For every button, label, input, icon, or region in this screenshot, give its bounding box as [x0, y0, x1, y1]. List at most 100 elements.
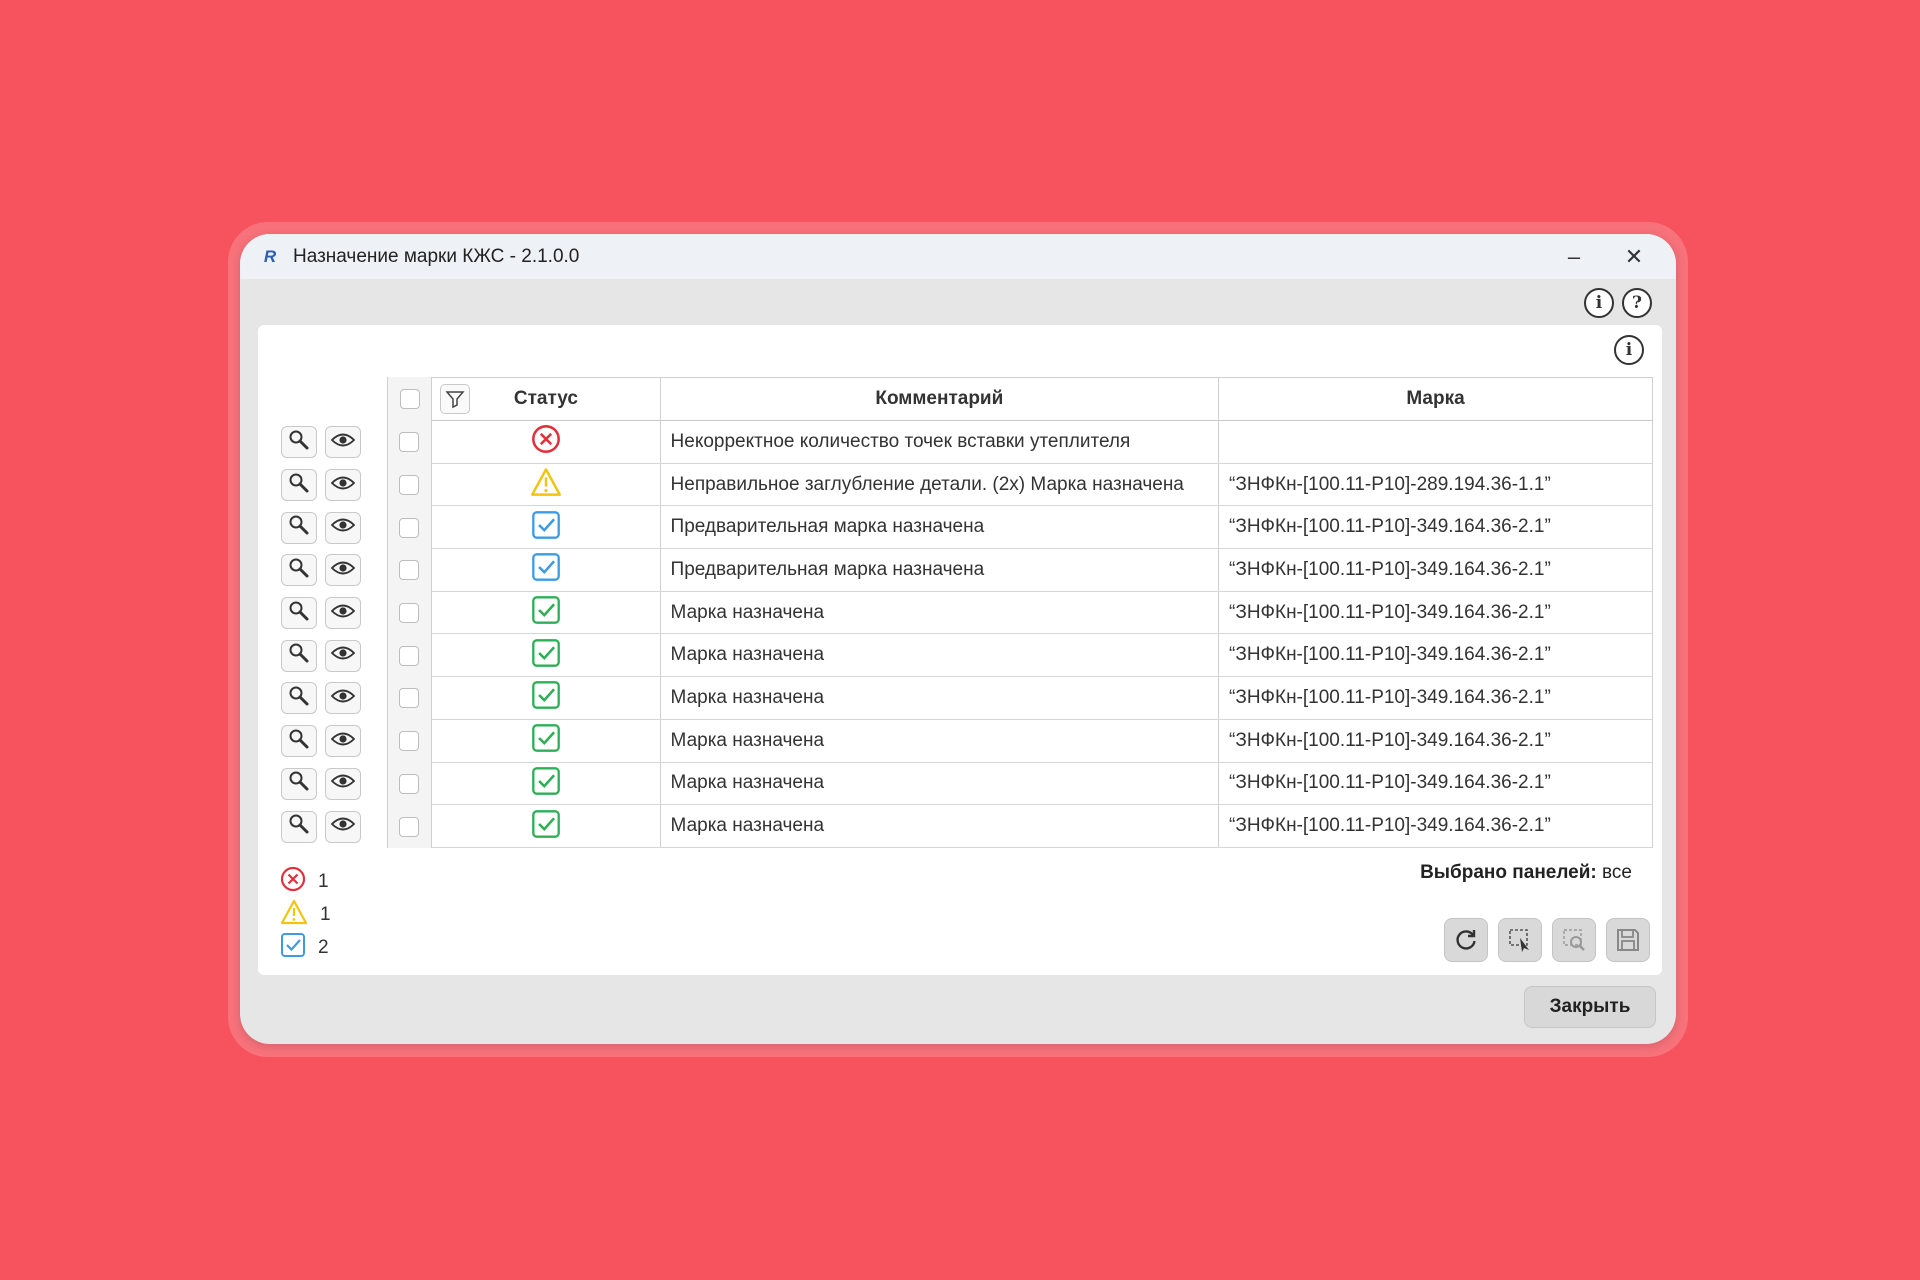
- error-count: 1: [318, 870, 329, 892]
- row-checkbox[interactable]: [399, 432, 420, 453]
- show-element-button[interactable]: [325, 810, 361, 843]
- selected-panels-label: Выбрано панелей:: [1420, 862, 1597, 883]
- show-element-button[interactable]: [325, 469, 361, 502]
- table-row[interactable]: Предварительная марка назначена “ЗНФКн-[1…: [278, 506, 1653, 550]
- column-status-label: Статус: [513, 388, 578, 409]
- row-status: [432, 506, 660, 550]
- row-checkbox[interactable]: [399, 645, 420, 666]
- table-row[interactable]: Предварительная марка назначена “ЗНФКн-[1…: [278, 549, 1653, 592]
- zoom-to-element-button[interactable]: [281, 554, 317, 587]
- action-toolbar: [1444, 918, 1650, 962]
- magnifier-icon: [288, 472, 310, 499]
- show-element-button[interactable]: [325, 725, 361, 758]
- row-select-cell: [386, 805, 433, 848]
- zoom-to-element-button[interactable]: [281, 767, 317, 800]
- show-element-button[interactable]: [325, 511, 361, 544]
- ok-check-icon: [531, 595, 561, 630]
- magnifier-icon: [288, 685, 310, 712]
- row-comment: Предварительная марка назначена: [659, 549, 1219, 592]
- row-status: [432, 763, 660, 806]
- refresh-icon: [1456, 930, 1476, 950]
- row-comment: Предварительная марка назначена: [659, 506, 1219, 550]
- table-row[interactable]: Неправильное заглубление детали. (2x) Ма…: [278, 463, 1653, 507]
- zoom-to-element-button[interactable]: [281, 426, 317, 459]
- ok-check-icon: [531, 766, 561, 801]
- zoom-to-element-button[interactable]: [281, 469, 317, 502]
- ok-check-icon: [531, 638, 561, 673]
- save-button[interactable]: [1606, 918, 1650, 962]
- table-row[interactable]: Марка назначена “ЗНФКн-[100.11-Р10]-349.1…: [278, 634, 1653, 678]
- row-status: [432, 592, 660, 635]
- preliminary-count: 2: [318, 936, 329, 958]
- eye-icon: [330, 516, 356, 539]
- magnifier-icon: [288, 429, 310, 456]
- row-actions: [278, 677, 387, 720]
- filter-icon[interactable]: [440, 384, 471, 414]
- show-element-button[interactable]: [325, 554, 361, 587]
- row-select-cell: [386, 591, 433, 635]
- row-actions: [278, 506, 387, 549]
- row-checkbox[interactable]: [399, 475, 420, 496]
- row-checkbox[interactable]: [399, 816, 420, 837]
- row-checkbox[interactable]: [399, 688, 420, 709]
- table-row[interactable]: Некорректное количество точек вставки ут…: [278, 421, 1653, 464]
- refresh-button[interactable]: [1444, 918, 1488, 962]
- row-select-cell: [386, 634, 433, 678]
- select-all-checkbox[interactable]: [399, 389, 420, 409]
- row-comment: Неправильное заглубление детали. (2x) Ма…: [659, 463, 1219, 507]
- row-checkbox[interactable]: [399, 560, 420, 581]
- row-status: [432, 549, 660, 592]
- table-row[interactable]: Марка назначена “ЗНФКн-[100.11-Р10]-349.1…: [278, 805, 1653, 848]
- show-element-button[interactable]: [325, 639, 361, 672]
- row-checkbox[interactable]: [399, 731, 420, 752]
- preliminary-check-icon: [280, 932, 306, 964]
- row-mark: [1218, 421, 1653, 464]
- show-element-button[interactable]: [325, 767, 361, 800]
- header-actions-spacer: [278, 377, 387, 421]
- eye-icon: [330, 815, 356, 838]
- row-checkbox[interactable]: [399, 773, 420, 794]
- table-row[interactable]: Марка назначена “ЗНФКн-[100.11-Р10]-349.1…: [278, 591, 1653, 635]
- ok-check-icon: [531, 723, 561, 758]
- app-window: R Назначение марки КЖС - 2.1.0.0 – ✕ i ?…: [240, 234, 1676, 1044]
- select-area-icon: [1509, 929, 1529, 952]
- table-row[interactable]: Марка назначена “ЗНФКн-[100.11-Р10]-349.1…: [278, 762, 1653, 806]
- row-actions: [278, 592, 387, 635]
- row-comment: Марка назначена: [659, 591, 1219, 635]
- close-window-button[interactable]: ✕: [1604, 234, 1664, 279]
- help-icon[interactable]: ?: [1622, 288, 1652, 318]
- column-mark[interactable]: Марка: [1218, 377, 1653, 421]
- row-mark: “ЗНФКн-[100.11-Р10]-349.164.36-2.1”: [1218, 634, 1653, 678]
- magnifier-icon: [288, 642, 310, 669]
- table-row[interactable]: Марка назначена “ЗНФКн-[100.11-Р10]-349.1…: [278, 719, 1653, 763]
- zoom-area-button[interactable]: [1552, 918, 1596, 962]
- top-icon-bar: i ?: [1584, 288, 1652, 318]
- table-row[interactable]: Марка назначена “ЗНФКн-[100.11-Р10]-349.1…: [278, 677, 1653, 720]
- column-status[interactable]: Статус: [432, 377, 660, 421]
- zoom-to-element-button[interactable]: [281, 682, 317, 715]
- zoom-to-element-button[interactable]: [281, 725, 317, 758]
- magnifier-icon: [288, 514, 310, 541]
- zoom-to-element-button[interactable]: [281, 810, 317, 843]
- zoom-to-element-button[interactable]: [281, 511, 317, 544]
- row-select-cell: [386, 719, 433, 763]
- minimize-button[interactable]: –: [1544, 234, 1604, 279]
- zoom-to-element-button[interactable]: [281, 639, 317, 672]
- column-comment[interactable]: Комментарий: [659, 377, 1219, 421]
- show-element-button[interactable]: [325, 682, 361, 715]
- zoom-area-icon: [1563, 929, 1585, 951]
- ok-check-icon: [531, 680, 561, 715]
- info-icon[interactable]: i: [1584, 288, 1614, 318]
- row-actions: [278, 805, 387, 848]
- row-checkbox[interactable]: [399, 603, 420, 624]
- row-select-cell: [386, 549, 433, 592]
- zoom-to-element-button[interactable]: [281, 597, 317, 630]
- close-button[interactable]: Закрыть: [1524, 986, 1656, 1028]
- select-area-button[interactable]: [1498, 918, 1542, 962]
- row-checkbox[interactable]: [399, 517, 420, 538]
- magnifier-icon: [288, 770, 310, 797]
- show-element-button[interactable]: [325, 597, 361, 630]
- row-comment: Марка назначена: [659, 677, 1219, 720]
- show-element-button[interactable]: [325, 426, 361, 459]
- panel-info-icon[interactable]: i: [1614, 335, 1644, 365]
